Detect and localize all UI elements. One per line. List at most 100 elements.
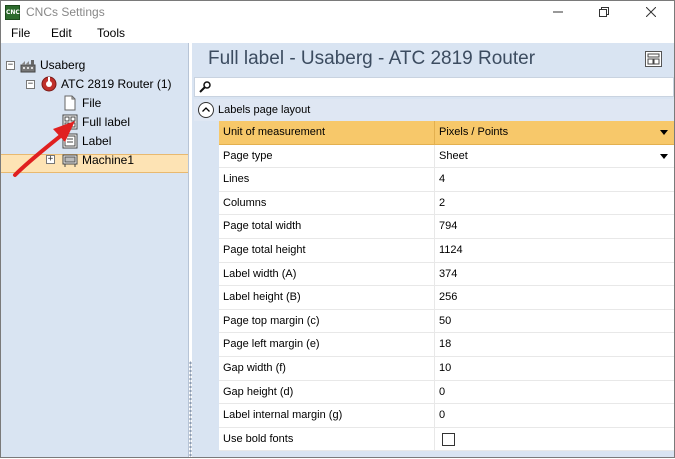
chevron-down-icon[interactable] [660,153,668,159]
property-name: Page type [219,144,435,168]
tree-item-atc-router[interactable]: ATC 2819 Router (1) [41,74,172,93]
restore-button[interactable] [581,1,627,23]
property-value-field[interactable]: 0 [435,404,674,427]
machine-icon [62,152,78,168]
settings-tree: − Usaberg − ATC 2819 Router (1) File Ful… [1,43,189,457]
property-row[interactable]: Page total height 1124 [219,238,674,263]
property-value: 10 [439,361,452,374]
tree-item-full-label[interactable]: Full label [62,112,130,131]
app-window: CNC CNCs Settings File Edit Tools − Usab… [0,0,675,458]
property-name: Use bold fonts [219,427,435,451]
menu-file[interactable]: File [11,26,30,40]
property-row[interactable]: Label internal margin (g) 0 [219,404,674,428]
label-icon [62,133,78,149]
minimize-icon [553,11,563,13]
property-value: Pixels / Points [439,126,509,138]
property-row[interactable]: Page type Sheet [219,144,674,169]
full-label-icon [62,114,78,130]
property-name: Page left margin (e) [219,333,435,356]
property-value: 374 [439,267,458,280]
property-value-field[interactable]: 0 [435,381,674,404]
section-labels-page-layout[interactable]: Labels page layout [194,99,674,121]
collapse-machine-toggle[interactable]: − [26,80,35,89]
property-value-field[interactable]: 1124 [435,239,674,262]
property-value: 0 [439,385,446,398]
property-value: 794 [439,220,458,233]
property-value-field[interactable]: 50 [435,310,674,333]
property-row[interactable]: Page left margin (e) 18 [219,333,674,357]
property-row[interactable]: Label width (A) 374 [219,262,674,287]
tree-label-label: Label [82,133,112,148]
property-row[interactable]: Lines 4 [219,168,674,192]
property-value-field[interactable]: 2 [435,192,674,215]
search-icon [199,81,211,96]
property-name: Label height (B) [219,286,435,309]
property-name: Page total width [219,215,435,238]
tree-item-label[interactable]: Label [62,131,111,150]
property-row[interactable]: Label height (B) 256 [219,286,674,310]
property-row[interactable]: Columns 2 [219,191,674,216]
property-value: 50 [439,314,452,327]
tree-item-machine1[interactable]: Machine1 [62,150,134,169]
property-value-field[interactable]: 256 [435,286,674,309]
property-value: 256 [439,291,458,304]
property-row[interactable]: Page top margin (c) 50 [219,309,674,334]
minimize-button[interactable] [535,1,581,23]
property-value: 2 [439,196,446,209]
menu-tools[interactable]: Tools [97,26,125,40]
property-row[interactable]: Use bold fonts [219,427,674,452]
property-search-input[interactable] [194,77,674,97]
close-button[interactable] [628,1,674,23]
property-value: Sheet [439,149,468,162]
property-value-field[interactable]: 18 [435,333,674,356]
app-logo-icon: CNC [5,5,20,20]
restore-icon [599,7,609,17]
tree-item-file[interactable]: File [62,93,101,112]
factory-icon [20,57,36,73]
property-value-field[interactable]: 10 [435,357,674,380]
property-value-checkbox-cell[interactable] [435,428,674,451]
use-bold-fonts-checkbox[interactable] [442,432,455,446]
tree-item-usaberg[interactable]: Usaberg [20,55,85,74]
menu-bar: File Edit Tools [1,23,674,43]
property-value-field[interactable]: 794 [435,215,674,238]
property-name: Lines [219,168,435,191]
property-name: Label width (A) [219,262,435,286]
page-title: Full label - Usaberg - ATC 2819 Router [208,48,536,69]
property-name: Page top margin (c) [219,309,435,333]
property-grid: Unit of measurement Pixels / Points Page… [219,121,674,452]
property-value: 4 [439,173,446,186]
property-value-dropdown[interactable]: Pixels / Points [435,121,674,144]
property-row[interactable]: Gap height (d) 0 [219,380,674,405]
layout-view-icon[interactable] [645,51,662,67]
property-value-field[interactable]: Sheet [435,145,674,168]
title-bar: CNC CNCs Settings [1,1,674,23]
menu-edit[interactable]: Edit [51,26,72,40]
property-name: Label internal margin (g) [219,404,435,427]
close-icon [646,7,656,17]
tree-label-atc-router: ATC 2819 Router (1) [61,76,172,91]
window-title: CNCs Settings [26,5,105,19]
collapse-section-icon[interactable] [198,102,214,118]
router-machine-icon [41,76,57,92]
expand-machine1-toggle[interactable]: + [46,155,55,164]
chevron-down-icon[interactable] [660,130,668,135]
property-name: Gap height (d) [219,380,435,404]
property-value-field[interactable]: 374 [435,263,674,286]
property-value: 0 [439,409,446,422]
property-row[interactable]: Page total width 794 [219,215,674,239]
collapse-root-toggle[interactable]: − [6,61,15,70]
properties-panel: Full label - Usaberg - ATC 2819 Router L… [192,43,674,457]
property-row-unit-of-measurement[interactable]: Unit of measurement Pixels / Points [219,121,674,145]
tree-label-usaberg: Usaberg [40,57,86,72]
property-value-field[interactable]: 4 [435,168,674,191]
file-icon [62,95,78,111]
tree-label-full-label: Full label [82,114,131,129]
property-name: Gap width (f) [219,356,435,380]
property-name: Page total height [219,238,435,262]
property-row[interactable]: Gap width (f) 10 [219,356,674,381]
tree-label-machine1: Machine1 [82,152,135,167]
property-value: 18 [439,338,452,351]
property-name: Columns [219,191,435,215]
section-title: Labels page layout [218,104,311,116]
